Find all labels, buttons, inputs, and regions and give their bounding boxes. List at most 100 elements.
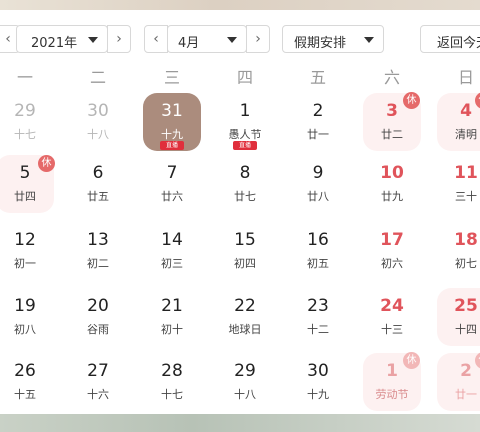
day-cell[interactable]: 27 十六 (69, 353, 127, 411)
day-cell[interactable]: 21 初十 (143, 288, 201, 346)
chevron-right-icon: › (116, 31, 122, 47)
day-cell[interactable]: 19 初八 (0, 288, 54, 346)
back-to-today-label: 返回今天 (437, 36, 480, 51)
lunar-date: 初八 (14, 323, 36, 336)
year-select[interactable]: 2021年 (16, 25, 108, 53)
day-number: 29 (14, 101, 36, 121)
day-cell[interactable]: 9 廿八 (289, 155, 347, 213)
lunar-date: 清明 (455, 128, 477, 141)
day-number: 22 (234, 296, 256, 316)
day-number: 29 (234, 361, 256, 381)
day-cell[interactable]: 16 初五 (289, 222, 347, 280)
day-cell[interactable]: 2 廿一 (289, 93, 347, 151)
day-number: 28 (161, 361, 183, 381)
day-cell-weekend[interactable]: 17 初六 (363, 222, 421, 280)
day-number: 27 (87, 361, 109, 381)
day-number: 15 (234, 230, 256, 250)
weekday-sat: 六 (383, 68, 400, 87)
background-photo-bottom (0, 414, 480, 432)
day-number: 7 (166, 163, 178, 183)
day-cell-holiday[interactable]: 4 清明 休 (437, 92, 480, 151)
lunar-date: 谷雨 (87, 323, 109, 336)
day-number: 30 (87, 101, 109, 121)
back-to-today-button[interactable]: 返回今天 (420, 25, 480, 53)
lunar-date: 廿七 (234, 190, 256, 203)
weekday-fri: 五 (309, 68, 326, 87)
day-number: 11 (454, 163, 478, 183)
lunar-date: 十九 (307, 388, 329, 401)
day-cell[interactable]: 12 初一 (0, 222, 54, 280)
lunar-date: 初七 (455, 257, 477, 270)
lunar-date: 廿一 (307, 128, 329, 141)
day-cell[interactable]: 28 十七 (143, 353, 201, 411)
next-year-button[interactable]: › (107, 25, 131, 53)
day-cell[interactable]: 23 十二 (289, 288, 347, 346)
day-cell[interactable]: 14 初三 (143, 222, 201, 280)
lunar-date: 初一 (14, 257, 36, 270)
prev-month-button[interactable]: ‹ (144, 25, 168, 53)
lunar-date: 廿四 (14, 190, 36, 203)
lunar-date: 三十 (455, 190, 477, 203)
lunar-date: 十六 (87, 388, 109, 401)
lunar-date: 十七 (14, 128, 36, 141)
day-number: 1 (239, 101, 251, 121)
caret-down-icon (227, 37, 237, 43)
day-cell-weekend[interactable]: 24 十三 (363, 288, 421, 346)
day-cell[interactable]: 22 地球日 (216, 288, 274, 346)
lunar-date: 初二 (87, 257, 109, 270)
next-month-button[interactable]: › (246, 25, 270, 53)
year-value: 2021年 (31, 36, 78, 51)
lunar-date: 十八 (234, 388, 256, 401)
lunar-date: 愚人节 (228, 128, 262, 141)
day-cell[interactable]: 6 廿五 (69, 155, 127, 213)
day-cell-holiday[interactable]: 2 廿一 休 (437, 352, 480, 411)
day-cell-weekend[interactable]: 18 初七 (437, 222, 480, 280)
lunar-date: 廿五 (87, 190, 109, 203)
chevron-right-icon: › (255, 31, 261, 47)
day-cell[interactable]: 7 廿六 (143, 155, 201, 213)
day-number: 8 (239, 163, 251, 183)
day-cell[interactable]: 26 十五 (0, 353, 54, 411)
weekday-thu: 四 (236, 68, 253, 87)
day-cell[interactable]: 13 初二 (69, 222, 127, 280)
day-cell-holiday[interactable]: 3 廿二 休 (363, 92, 421, 151)
lunar-date: 十四 (455, 323, 477, 336)
day-cell[interactable]: 15 初四 (216, 222, 274, 280)
day-cell[interactable]: 30 十八 (69, 93, 127, 151)
rest-day-badge: 休 (403, 92, 420, 109)
month-select[interactable]: 4月 (167, 25, 247, 53)
month-value: 4月 (178, 36, 200, 51)
holiday-select[interactable]: 假期安排 (282, 25, 384, 53)
day-cell[interactable]: 1 愚人节 直播 (216, 93, 274, 151)
day-cell-holiday[interactable]: 1 劳动节 休 (363, 352, 421, 411)
lunar-date: 劳动节 (375, 388, 409, 401)
lunar-date: 十八 (87, 128, 109, 141)
lunar-date: 十三 (381, 323, 403, 336)
day-number: 31 (161, 101, 183, 121)
lunar-date: 十九 (161, 128, 183, 141)
day-number: 24 (380, 296, 404, 316)
day-number: 13 (87, 230, 109, 250)
day-number: 18 (454, 230, 478, 250)
weekday-sun: 日 (457, 68, 474, 87)
day-cell-weekend[interactable]: 25 十四 (437, 288, 480, 346)
day-cell[interactable]: 20 谷雨 (69, 288, 127, 346)
day-cell-weekend[interactable]: 11 三十 (437, 155, 480, 213)
day-cell[interactable]: 8 廿七 (216, 155, 274, 213)
day-cell[interactable]: 30 十九 (289, 353, 347, 411)
day-number: 14 (161, 230, 183, 250)
day-cell-weekend[interactable]: 10 廿九 (363, 155, 421, 213)
day-cell[interactable]: 29 十七 (0, 93, 54, 151)
chevron-left-icon: ‹ (5, 31, 11, 47)
day-number: 30 (307, 361, 329, 381)
day-cell-selected[interactable]: 31 十九 直播 (143, 93, 201, 151)
day-number: 10 (380, 163, 404, 183)
lunar-date: 初五 (307, 257, 329, 270)
holiday-select-value: 假期安排 (294, 36, 347, 51)
lunar-date: 地球日 (228, 323, 262, 336)
day-number: 21 (161, 296, 183, 316)
day-cell[interactable]: 29 十八 (216, 353, 274, 411)
day-cell-holiday[interactable]: 5 廿四 休 (0, 155, 55, 213)
day-number: 16 (307, 230, 329, 250)
day-number: 2 (460, 361, 472, 381)
